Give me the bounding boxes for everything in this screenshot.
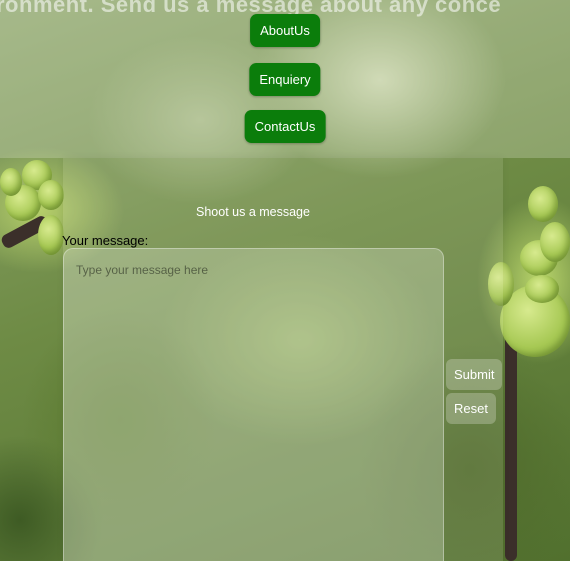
nav-contactus-button[interactable]: ContactUs: [244, 110, 326, 143]
leaf-decoration: [528, 186, 558, 222]
leaf-decoration: [38, 215, 64, 255]
scrolling-banner-text: ronment. Send us a message about any con…: [0, 0, 502, 17]
leaf-decoration: [0, 168, 22, 196]
contact-page: ronment. Send us a message about any con…: [0, 0, 570, 561]
message-textarea[interactable]: Type your message here: [63, 248, 444, 561]
message-label: Your message:: [62, 233, 149, 248]
form-title: Shoot us a message: [196, 205, 310, 219]
leaf-decoration: [525, 275, 559, 303]
nav-aboutus-button[interactable]: AboutUs: [250, 14, 320, 47]
nav-enquiery-button[interactable]: Enquiery: [249, 63, 321, 96]
message-placeholder: Type your message here: [76, 263, 209, 277]
branch-right: [505, 330, 517, 561]
reset-button[interactable]: Reset: [446, 393, 496, 424]
leaf-decoration: [38, 180, 64, 210]
submit-button[interactable]: Submit: [446, 359, 503, 390]
leaf-decoration: [540, 222, 570, 262]
